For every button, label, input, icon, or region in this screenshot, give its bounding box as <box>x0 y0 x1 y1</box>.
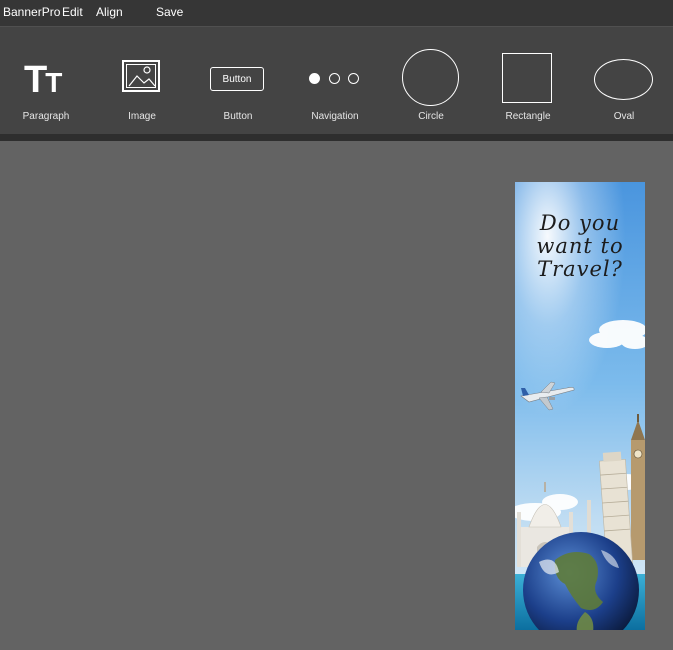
tool-label: Oval <box>613 111 635 122</box>
button-icon: Button <box>210 67 264 91</box>
tool-label: Button <box>223 111 253 122</box>
app-name: BannerPro <box>3 5 61 19</box>
tool-label: Circle <box>418 111 444 122</box>
menu-edit[interactable]: Edit <box>62 5 83 19</box>
tool-label: Image <box>128 111 156 122</box>
save-button[interactable]: Save <box>156 5 183 19</box>
tool-button[interactable]: Button Button <box>206 27 270 135</box>
oval-icon <box>594 59 653 100</box>
tool-image[interactable]: Image <box>110 27 174 135</box>
tool-label: Paragraph <box>22 111 70 122</box>
menu-bar: BannerPro Edit Align Save <box>0 0 673 26</box>
element-toolbar: TT Paragraph Image Button Button Navigat… <box>0 26 673 135</box>
travel-banner[interactable]: Do you want to Travel? <box>515 182 645 630</box>
tool-circle[interactable]: Circle <box>399 27 463 135</box>
toolbar-divider <box>0 134 673 141</box>
tool-rectangle[interactable]: Rectangle <box>496 27 560 135</box>
rectangle-icon <box>502 53 552 103</box>
text-tt-icon: TT <box>24 59 63 101</box>
menu-align[interactable]: Align <box>96 5 123 19</box>
tool-navigation[interactable]: Navigation <box>303 27 367 135</box>
tool-oval[interactable]: Oval <box>592 27 656 135</box>
tool-label: Rectangle <box>505 111 551 122</box>
circle-icon <box>402 49 459 106</box>
navigation-dots-icon <box>309 73 361 85</box>
tool-label: Navigation <box>311 111 359 122</box>
tool-paragraph[interactable]: TT Paragraph <box>14 27 78 135</box>
big-ben-icon <box>631 414 645 560</box>
image-icon <box>122 60 160 92</box>
banner-headline[interactable]: Do you want to Travel? <box>515 212 645 281</box>
